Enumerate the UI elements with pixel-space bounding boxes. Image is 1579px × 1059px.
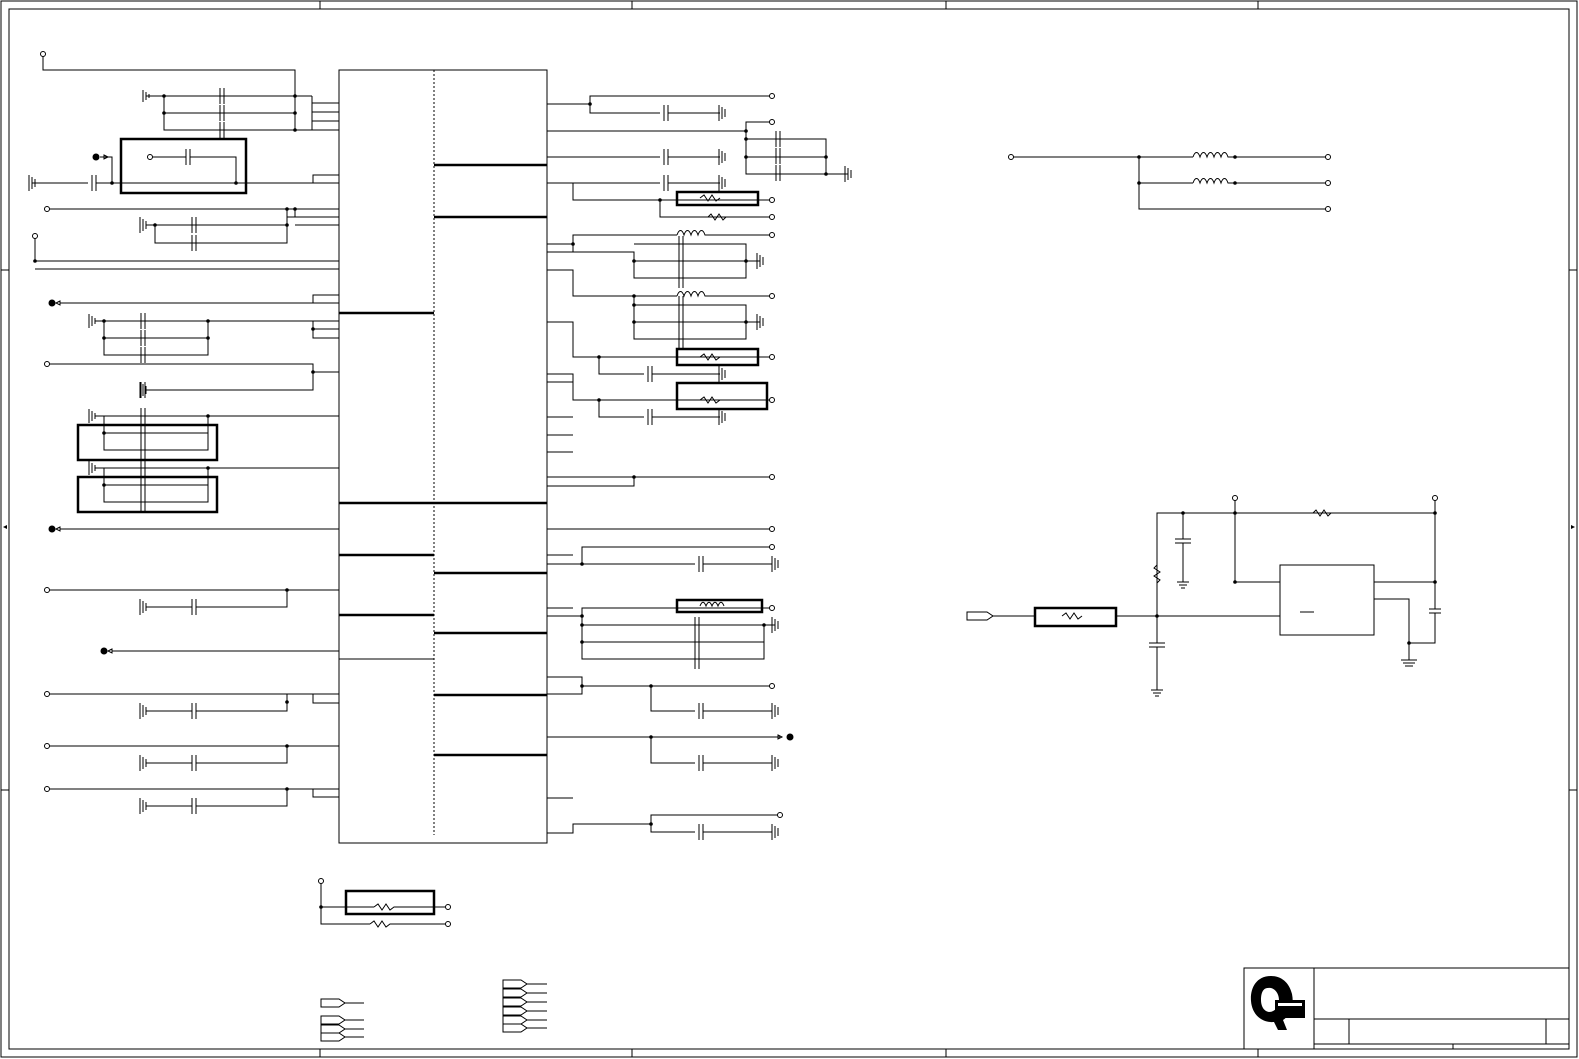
- title-block: [1243, 967, 1570, 1050]
- inductor-network: [1008, 152, 1331, 212]
- q-logo-icon: [1250, 976, 1305, 1030]
- main-ic: [338, 69, 548, 844]
- bottom-resistor-pair: [318, 878, 451, 928]
- right-output-network: [547, 93, 852, 840]
- offpage-connectors: [320, 979, 547, 1042]
- schematic-sheet: [0, 0, 1578, 1058]
- left-power-network: [28, 51, 339, 814]
- regulator-circuit: [966, 495, 1441, 697]
